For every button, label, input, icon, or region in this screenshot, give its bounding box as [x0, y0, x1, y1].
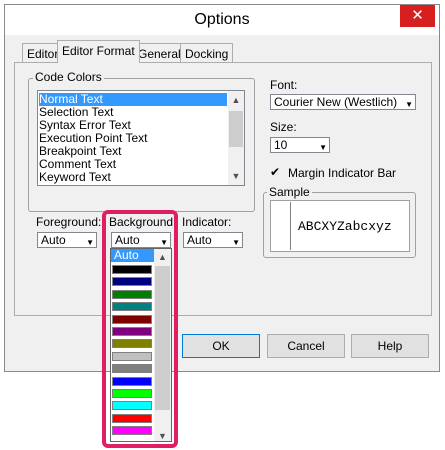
margin-indicator-bar	[290, 202, 291, 250]
scroll-down-icon[interactable]: ▼	[228, 170, 244, 182]
margin-indicator-checkbox[interactable]: ✔	[270, 166, 282, 178]
cancel-button[interactable]: Cancel	[267, 334, 345, 358]
sample-text: ABCXYZabcxyz	[298, 219, 392, 234]
size-label: Size:	[270, 120, 297, 134]
size-select[interactable]: 10 ▼	[270, 137, 330, 153]
tab-docking[interactable]: Docking	[180, 43, 234, 62]
list-item[interactable]: Keyword Text	[39, 171, 111, 184]
chevron-down-icon: ▼	[319, 143, 327, 152]
tab-general[interactable]: General	[133, 43, 186, 62]
foreground-select[interactable]: Auto ▼	[37, 232, 97, 248]
scroll-up-icon[interactable]: ▲	[228, 94, 244, 106]
chevron-down-icon: ▼	[232, 238, 240, 247]
close-button[interactable]: ✕	[400, 5, 435, 27]
tab-editor-format[interactable]: Editor Format	[57, 40, 140, 63]
chevron-down-icon: ▼	[405, 100, 413, 109]
margin-indicator-label: Margin Indicator Bar	[288, 166, 397, 180]
code-colors-label: Code Colors	[33, 70, 104, 84]
font-select[interactable]: Courier New (Westlich) ▼	[270, 94, 416, 110]
close-icon: ✕	[411, 7, 424, 24]
indicator-label: Indicator:	[182, 215, 232, 229]
dialog-title: Options	[194, 11, 250, 28]
ok-button[interactable]: OK	[182, 334, 260, 358]
foreground-label: Foreground:	[36, 215, 102, 229]
help-button[interactable]: Help	[351, 334, 429, 358]
highlight-frame	[102, 210, 178, 448]
sample-label: Sample	[267, 185, 312, 199]
indicator-select[interactable]: Auto ▼	[183, 232, 243, 248]
font-label: Font:	[270, 78, 298, 92]
scroll-thumb[interactable]	[229, 111, 243, 147]
chevron-down-icon: ▼	[86, 238, 94, 247]
